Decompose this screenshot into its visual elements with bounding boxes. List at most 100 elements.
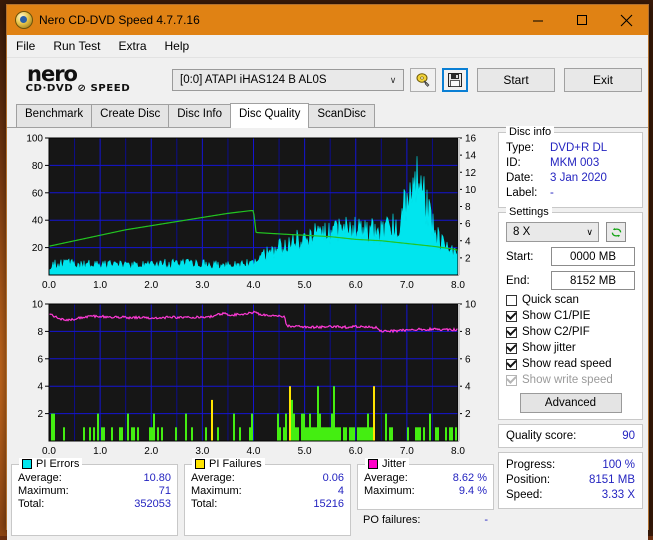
svg-text:2: 2	[465, 409, 471, 420]
checkbox-show-c2-pif-label: Show C2/PIF	[522, 326, 590, 338]
tab-create-disc[interactable]: Create Disc	[91, 104, 170, 127]
svg-text:5.0: 5.0	[298, 446, 312, 457]
checkbox-show-jitter-label: Show jitter	[522, 342, 576, 354]
tab-disc-quality[interactable]: Disc Quality	[230, 103, 310, 128]
disc-id-label: ID:	[506, 157, 521, 169]
svg-text:8: 8	[37, 327, 43, 338]
checkbox-show-jitter[interactable]: Show jitter	[506, 342, 635, 354]
refresh-icon	[611, 227, 621, 237]
pi-failures-color-swatch	[195, 459, 205, 469]
checkbox-show-read-speed[interactable]: Show read speed	[506, 358, 635, 370]
svg-text:7.0: 7.0	[400, 280, 414, 291]
disc-type-label: Type:	[506, 142, 535, 154]
svg-text:12: 12	[465, 168, 477, 179]
pi-errors-legend-label: PI Errors	[36, 458, 80, 470]
pi-errors-stats: PI Errors Average: 10.80 Maximum: 71 Total…	[11, 458, 178, 536]
close-button[interactable]	[604, 5, 648, 35]
menu-item-run-test[interactable]: Run Test	[44, 37, 109, 55]
po-failures-value: -	[484, 514, 488, 526]
checkbox-show-write-speed: Show write speed	[506, 374, 635, 386]
refresh-button[interactable]	[606, 222, 626, 242]
disc-date-label: Date:	[506, 172, 534, 184]
tab-benchmark[interactable]: Benchmark	[16, 104, 93, 127]
checkbox-show-write-speed-label: Show write speed	[522, 374, 613, 386]
pi-failures-maximum-label: Maximum:	[191, 485, 242, 497]
pi-failures-total-label: Total:	[191, 498, 218, 510]
chevron-down-icon: ∨	[586, 226, 593, 237]
start-label: Start:	[506, 250, 534, 263]
start-button[interactable]: Start	[477, 68, 555, 92]
speed-select[interactable]: 8 X ∨	[506, 222, 599, 242]
tab-disc-info[interactable]: Disc Info	[168, 104, 231, 127]
maximize-button[interactable]	[560, 5, 604, 35]
end-label: End:	[506, 274, 530, 287]
jitter-maximum-label: Maximum:	[364, 485, 415, 497]
position-label: Position:	[506, 474, 551, 486]
chevron-down-icon: ∨	[389, 74, 397, 85]
quality-score-label: Quality score:	[506, 430, 577, 442]
svg-text:6: 6	[465, 354, 471, 365]
start-input[interactable]: 0000 MB	[551, 247, 635, 266]
pi-failures-jitter-chart: 0.0 1.0 2.0 3.0 4.0 5.0 6.0 7.0 8.0 2 4 6 8 10 2 4 6 8 10	[11, 298, 494, 461]
pi-failures-average-label: Average:	[191, 472, 235, 484]
checkbox-show-read-speed-label: Show read speed	[522, 358, 612, 370]
checkbox-icon	[506, 326, 517, 338]
jitter-stats: Jitter Average: 8.62 % Maximum: 9.4 %	[357, 458, 494, 510]
svg-text:4.0: 4.0	[247, 446, 261, 457]
eject-disc-icon	[416, 73, 430, 87]
svg-text:10: 10	[465, 185, 477, 196]
svg-text:7.0: 7.0	[400, 446, 414, 457]
checkbox-show-c1-pie-label: Show C1/PIE	[522, 310, 591, 322]
menu-item-file[interactable]: File	[7, 37, 44, 55]
disc-id-value: MKM 003	[550, 157, 600, 169]
disc-info-panel: Disc info Type: DVD+R DL ID: MKM 003 Date:…	[498, 126, 643, 208]
pi-failures-stats: PI Failures Average: 0.06 Maximum: 4 Total…	[184, 458, 351, 536]
graphs-column: 0.0 1.0 2.0 3.0 4.0 5.0 6.0 7.0 8.0 20 40 60 80 100 2 4…	[11, 132, 494, 536]
svg-text:60: 60	[32, 188, 44, 199]
jitter-average-value: 8.62 %	[452, 472, 487, 484]
minimize-button[interactable]	[516, 5, 560, 35]
pi-errors-average-label: Average:	[18, 472, 62, 484]
content-area: 0.0 1.0 2.0 3.0 4.0 5.0 6.0 7.0 8.0 20 40 60 80 100 2 4…	[7, 126, 648, 540]
svg-text:16: 16	[465, 134, 477, 145]
pi-errors-chart: 0.0 1.0 2.0 3.0 4.0 5.0 6.0 7.0 8.0 20 40 60 80 100 2 4…	[11, 132, 494, 295]
pi-failures-legend: PI Failures	[192, 458, 265, 470]
disc-info-legend: Disc info	[506, 126, 555, 138]
svg-text:10: 10	[465, 300, 477, 311]
menu-item-help[interactable]: Help	[156, 37, 199, 55]
menu-item-extra[interactable]: Extra	[109, 37, 155, 55]
checkbox-show-c2-pif[interactable]: Show C2/PIF	[506, 326, 635, 338]
exit-button[interactable]: Exit	[564, 68, 642, 92]
checkbox-show-c1-pie[interactable]: Show C1/PIE	[506, 310, 635, 322]
checkbox-icon	[506, 310, 517, 322]
jitter-average-label: Average:	[364, 472, 408, 484]
disc-type-value: DVD+R DL	[550, 142, 608, 154]
speed-select-value: 8 X	[513, 226, 531, 238]
pi-errors-maximum-label: Maximum:	[18, 485, 69, 497]
svg-text:0.0: 0.0	[42, 280, 56, 291]
save-button[interactable]	[442, 68, 468, 92]
pi-errors-total-label: Total:	[18, 498, 45, 510]
eject-disc-button[interactable]	[410, 68, 436, 92]
checkbox-icon	[506, 358, 517, 370]
svg-text:14: 14	[465, 151, 477, 162]
tab-scandisc[interactable]: ScanDisc	[308, 104, 375, 127]
svg-text:3.0: 3.0	[195, 280, 209, 291]
svg-text:2.0: 2.0	[144, 280, 158, 291]
sidebar: Disc info Type: DVD+R DL ID: MKM 003 Date:…	[498, 126, 643, 536]
logo-line-nero: nero	[27, 62, 78, 86]
svg-text:5.0: 5.0	[298, 280, 312, 291]
settings-legend: Settings	[506, 206, 552, 218]
po-failures-label: PO failures:	[363, 514, 421, 526]
pi-errors-average-value: 10.80	[143, 472, 171, 484]
advanced-button[interactable]: Advanced	[519, 393, 622, 413]
drive-select[interactable]: [0:0] ATAPI iHAS124 B AL0S ∨	[172, 69, 404, 91]
pi-errors-color-swatch	[22, 459, 32, 469]
checkbox-icon	[506, 374, 517, 386]
svg-text:100: 100	[26, 134, 43, 145]
svg-text:3.0: 3.0	[195, 446, 209, 457]
end-input[interactable]: 8152 MB	[551, 271, 635, 290]
quality-score-panel: Quality score: 90	[498, 424, 643, 448]
settings-panel: Settings 8 X ∨ Start: 0000 MB End: 8152 …	[498, 206, 643, 420]
checkbox-quick-scan[interactable]: Quick scan	[506, 294, 635, 306]
